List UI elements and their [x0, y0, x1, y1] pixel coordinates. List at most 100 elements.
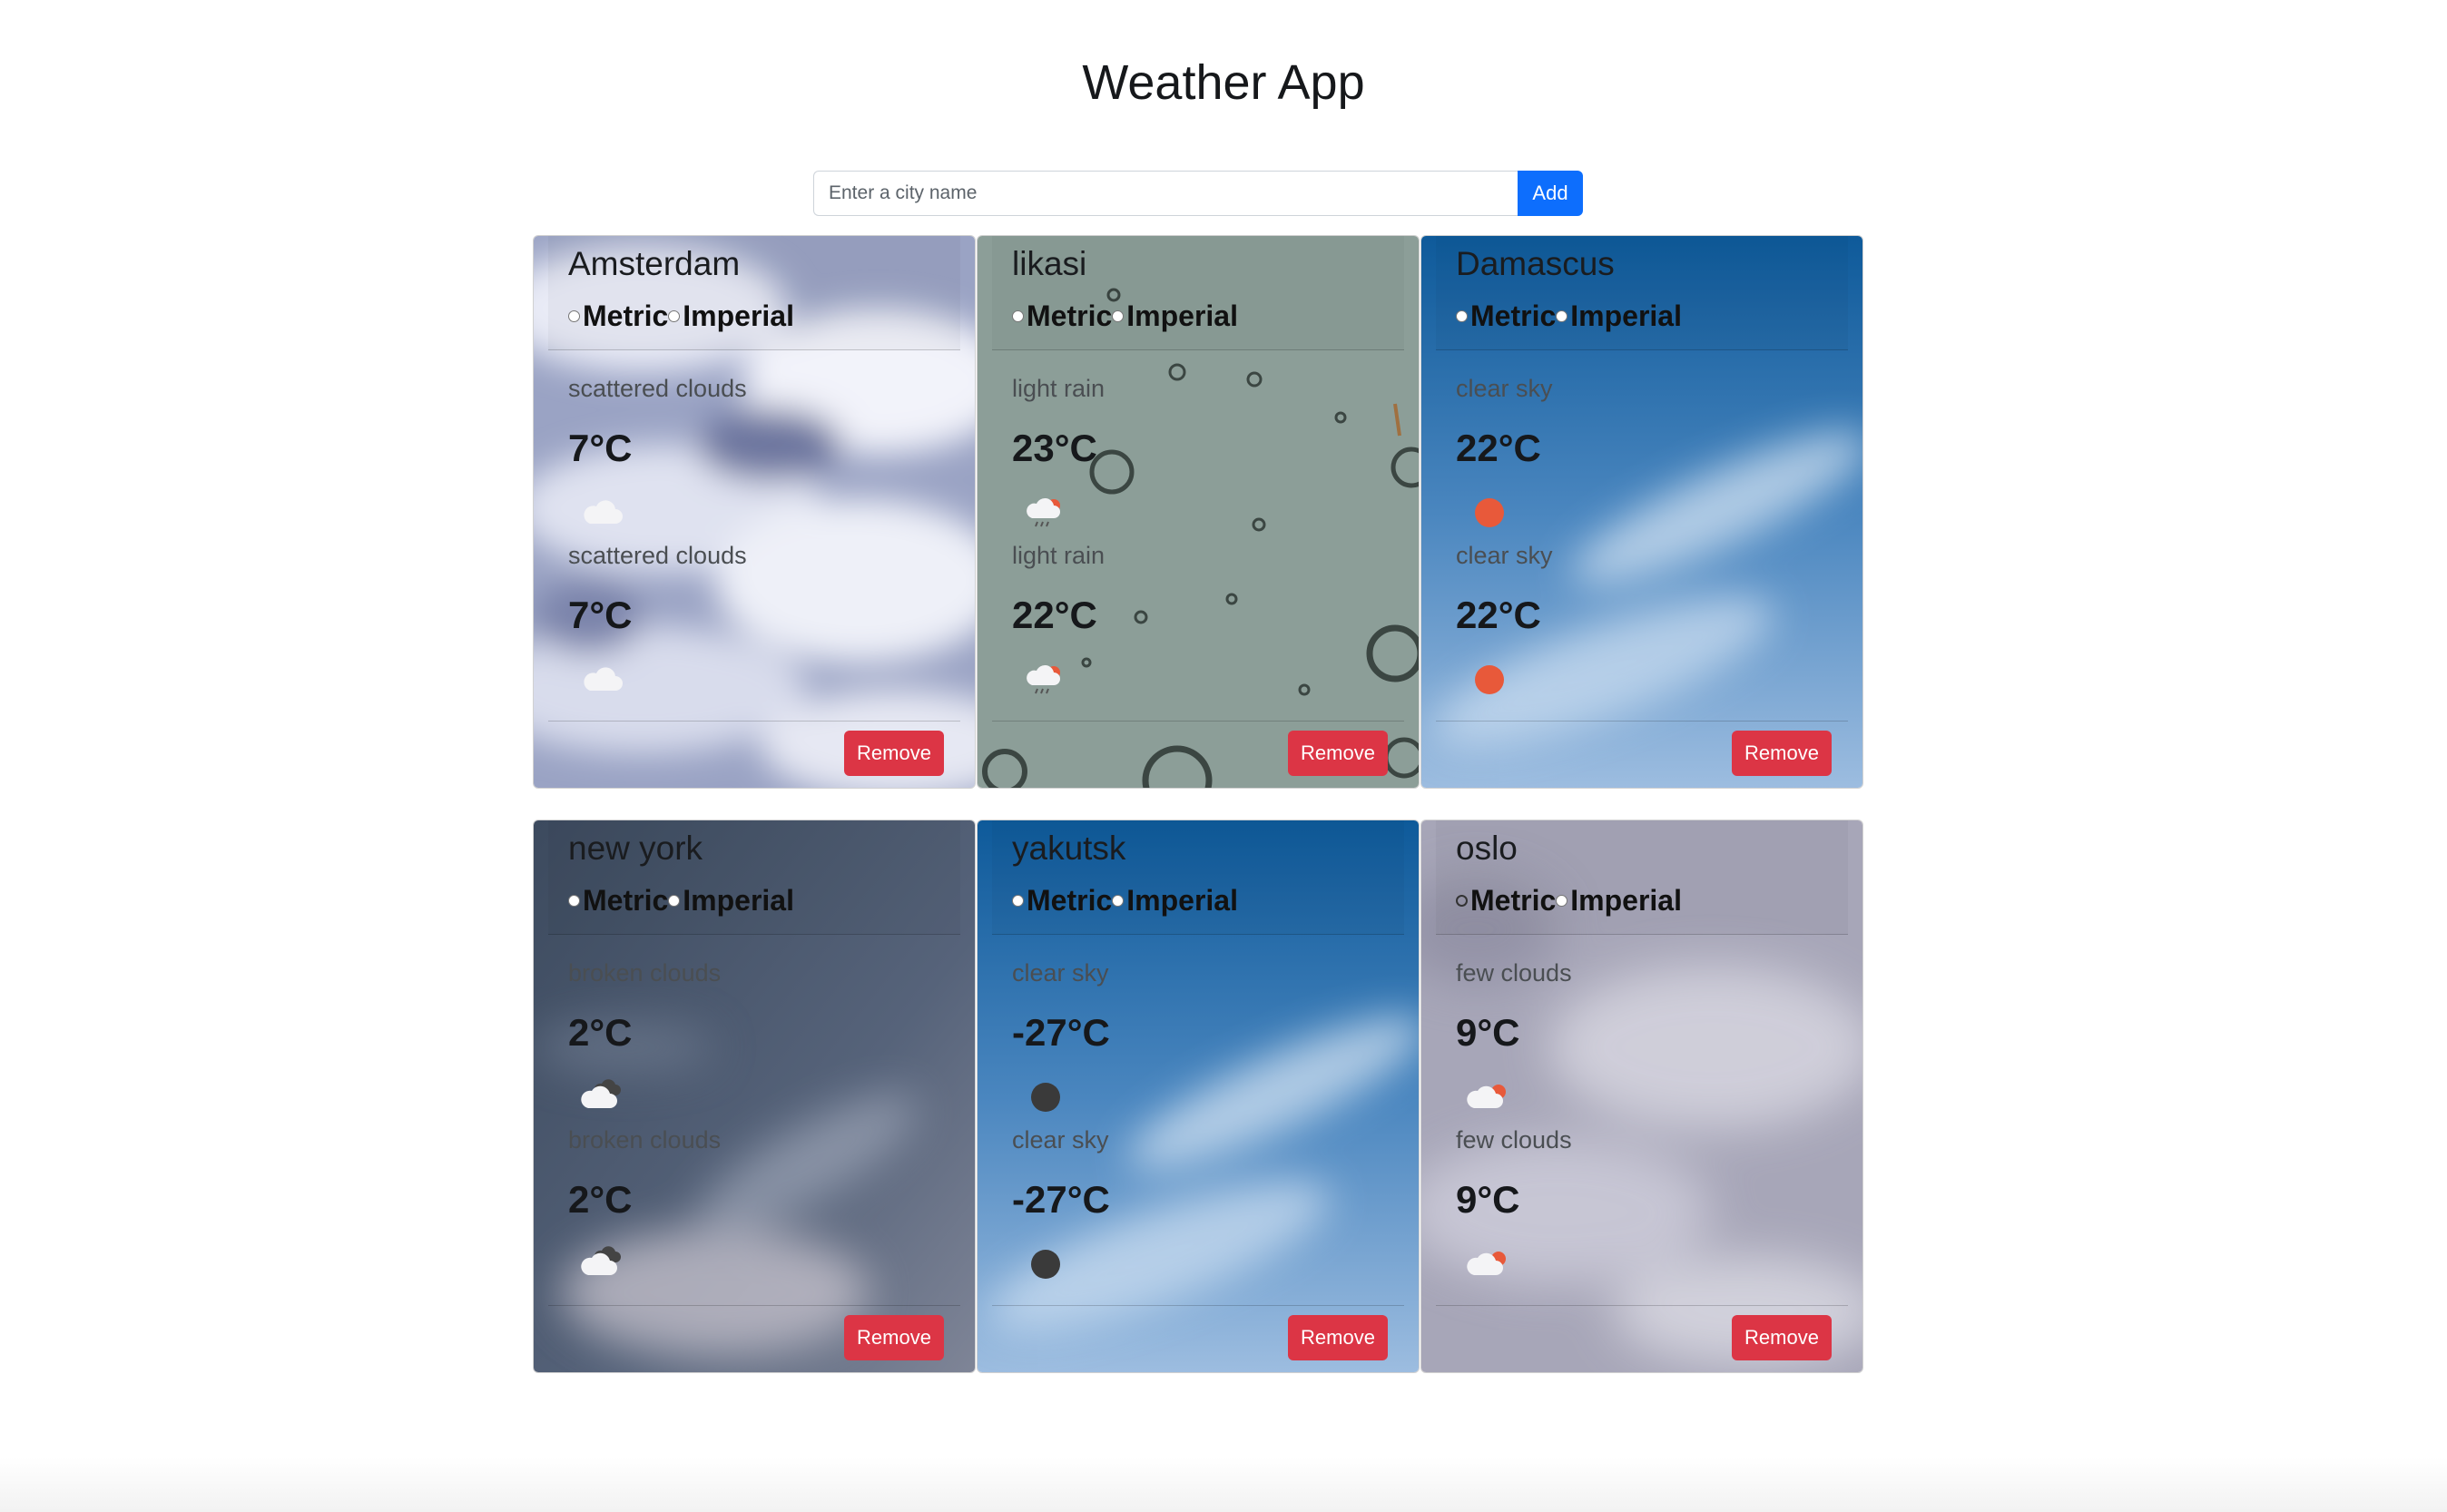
broken-clouds-icon [581, 1079, 621, 1108]
metric-radio[interactable] [1012, 310, 1024, 322]
card-footer: Remove [992, 721, 1404, 788]
unit-toggle: Metric Imperial [568, 299, 794, 333]
card-header: Amsterdam Metric Imperial [548, 236, 960, 350]
temperature: 7°C [568, 594, 633, 636]
weather-description: clear sky [1012, 1126, 1109, 1154]
imperial-label: Imperial [1126, 299, 1238, 332]
sun-icon [1475, 665, 1504, 694]
sun-rain-cloud-icon [1027, 664, 1060, 694]
card-footer: Remove [992, 1305, 1404, 1372]
weather-card-new-york: new york Metric Imperial broken clouds 2… [533, 820, 976, 1373]
remove-button[interactable]: Remove [1732, 1315, 1832, 1360]
remove-button[interactable]: Remove [844, 1315, 944, 1360]
card-header: oslo Metric Imperial [1436, 820, 1848, 935]
card-header: new york Metric Imperial [548, 820, 960, 935]
broken-clouds-icon [581, 1246, 621, 1275]
imperial-label: Imperial [1126, 884, 1238, 917]
imperial-radio[interactable] [1112, 895, 1125, 907]
city-name: oslo [1456, 830, 1518, 867]
few-clouds-icon [1467, 1252, 1506, 1275]
temperature: 22°C [1012, 594, 1097, 636]
temperature: 7°C [568, 427, 633, 469]
remove-button[interactable]: Remove [1288, 731, 1388, 776]
metric-radio[interactable] [568, 310, 580, 322]
temperature: 9°C [1456, 1178, 1520, 1221]
unit-toggle: Metric Imperial [1456, 884, 1682, 918]
remove-button[interactable]: Remove [1732, 731, 1832, 776]
metric-label: Metric [583, 299, 669, 332]
weather-description: clear sky [1012, 959, 1109, 987]
metric-label: Metric [1027, 884, 1113, 917]
city-search: Add [813, 171, 1583, 216]
weather-card-likasi: likasi Metric Imperial light rain 23°C l… [977, 235, 1420, 789]
moon-icon [1031, 1083, 1060, 1112]
sun-rain-cloud-icon [1027, 497, 1060, 527]
weather-card-yakutsk: yakutsk Metric Imperial clear sky -27°C … [977, 820, 1420, 1373]
weather-description: clear sky [1456, 375, 1553, 402]
metric-label: Metric [1470, 884, 1557, 917]
card-header: Damascus Metric Imperial [1436, 236, 1848, 350]
page-bottom-edge [0, 1458, 2447, 1512]
sun-icon [1475, 498, 1504, 527]
weather-card-damascus: Damascus Metric Imperial clear sky 22°C … [1420, 235, 1863, 789]
page-title: Weather App [1082, 55, 1365, 110]
metric-radio[interactable] [1012, 895, 1024, 907]
city-name: Amsterdam [568, 245, 741, 282]
imperial-radio[interactable] [668, 310, 681, 322]
temperature: 2°C [568, 1011, 633, 1054]
card-footer: Remove [548, 721, 960, 788]
moon-icon [1031, 1250, 1060, 1279]
add-button[interactable]: Add [1518, 171, 1583, 216]
weather-description: clear sky [1456, 542, 1553, 569]
few-clouds-icon [1467, 1085, 1506, 1108]
unit-toggle: Metric Imperial [1456, 299, 1682, 333]
temperature: 2°C [568, 1178, 633, 1221]
weather-description: few clouds [1456, 1126, 1572, 1154]
metric-label: Metric [1470, 299, 1557, 332]
imperial-radio[interactable] [1556, 895, 1568, 907]
city-name: new york [568, 830, 703, 867]
weather-description: scattered clouds [568, 542, 747, 569]
unit-toggle: Metric Imperial [568, 884, 794, 918]
temperature: 22°C [1456, 427, 1541, 469]
imperial-label: Imperial [683, 299, 794, 332]
weather-description: broken clouds [568, 959, 722, 987]
weather-app: Weather App Add [0, 0, 2447, 1512]
city-name: yakutsk [1012, 830, 1126, 867]
imperial-label: Imperial [1570, 299, 1682, 332]
metric-radio[interactable] [1456, 895, 1468, 907]
card-footer: Remove [1436, 1305, 1848, 1372]
weather-description: few clouds [1456, 959, 1572, 987]
weather-card-amsterdam: Amsterdam Metric Imperial scattered clou… [533, 235, 976, 789]
temperature: -27°C [1012, 1178, 1110, 1221]
city-name-input[interactable] [813, 171, 1518, 216]
city-name: Damascus [1456, 245, 1615, 282]
weather-description: broken clouds [568, 1126, 722, 1154]
weather-description: light rain [1012, 542, 1106, 569]
remove-button[interactable]: Remove [844, 731, 944, 776]
metric-radio[interactable] [1456, 310, 1468, 322]
cloud-icon [584, 667, 623, 691]
temperature: -27°C [1012, 1011, 1110, 1054]
temperature: 22°C [1456, 594, 1541, 636]
metric-radio[interactable] [568, 895, 580, 907]
imperial-label: Imperial [683, 884, 794, 917]
card-header: likasi Metric Imperial [992, 236, 1404, 350]
temperature: 23°C [1012, 427, 1097, 469]
weather-description: scattered clouds [568, 375, 747, 402]
imperial-label: Imperial [1570, 884, 1682, 917]
metric-label: Metric [1027, 299, 1113, 332]
card-footer: Remove [1436, 721, 1848, 788]
metric-label: Metric [583, 884, 669, 917]
cloud-icon [584, 500, 623, 524]
unit-toggle: Metric Imperial [1012, 884, 1238, 918]
weather-description: light rain [1012, 375, 1106, 402]
remove-button[interactable]: Remove [1288, 1315, 1388, 1360]
city-name: likasi [1012, 245, 1087, 282]
unit-toggle: Metric Imperial [1012, 299, 1238, 333]
temperature: 9°C [1456, 1011, 1520, 1054]
imperial-radio[interactable] [668, 895, 681, 907]
card-header: yakutsk Metric Imperial [992, 820, 1404, 935]
imperial-radio[interactable] [1556, 310, 1568, 322]
imperial-radio[interactable] [1112, 310, 1125, 322]
